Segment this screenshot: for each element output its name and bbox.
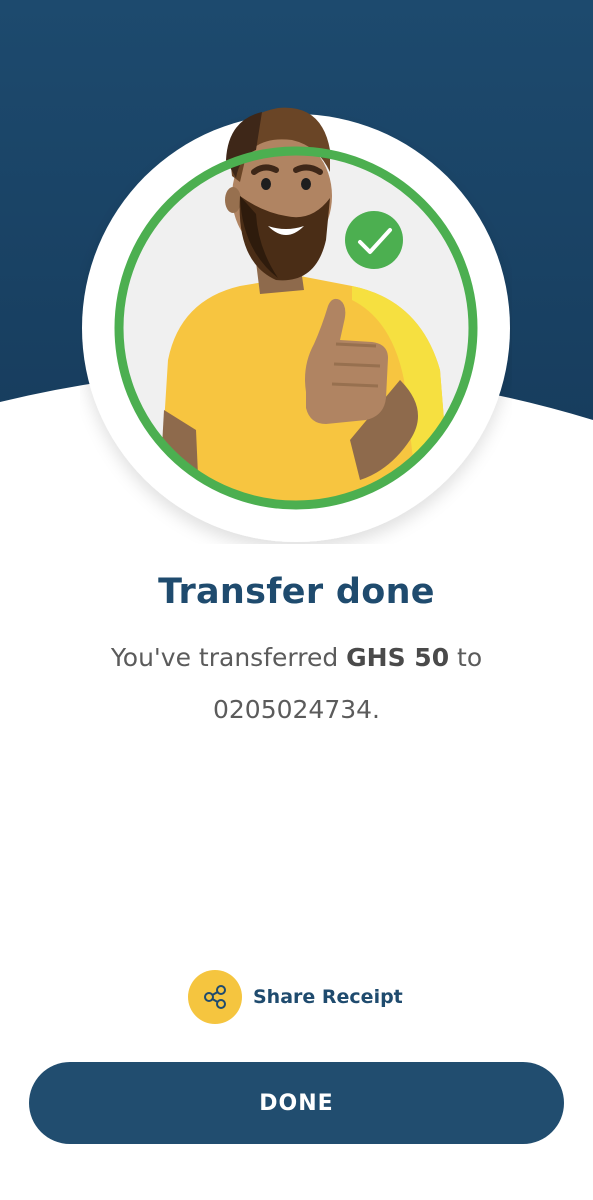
page-title: Transfer done [158,572,435,612]
transfer-message: You've transferred GHS 50 to 0205024734. [60,632,533,736]
message-prefix: You've transferred [110,643,347,672]
checkmark-icon [345,211,403,269]
recipient-number: 0205024734. [212,695,380,724]
done-button[interactable]: DONE [29,1062,564,1144]
transfer-amount: GHS 50 [346,643,450,672]
share-icon-glyph [204,985,226,1009]
share-receipt-button[interactable]: Share Receipt [188,970,403,1024]
message-middle: to [449,643,483,672]
share-icon[interactable] [188,970,242,1024]
share-receipt-label: Share Receipt [253,986,403,1008]
success-illustration [82,107,510,542]
